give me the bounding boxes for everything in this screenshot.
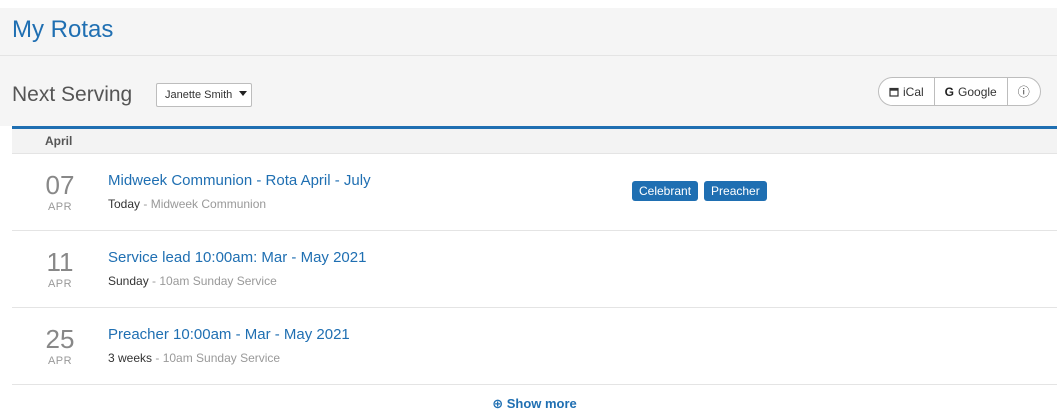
item-service: - 10am Sunday Service	[148, 274, 277, 288]
page: My Rotas Next Serving Janette Smith iCal…	[0, 0, 1057, 417]
plus-circle-icon: ⊕	[492, 396, 504, 411]
item-when: 3 weeks	[108, 351, 153, 365]
item-day: 25	[45, 324, 75, 354]
item-title-link[interactable]: Midweek Communion - Rota April - July	[108, 172, 371, 189]
item-subtitle: Sunday - 10am Sunday Service	[108, 274, 277, 288]
month-label: April	[45, 134, 73, 148]
role-badges: Celebrant Preacher	[632, 181, 767, 201]
item-day: 11	[46, 247, 74, 277]
section-title: Next Serving	[12, 83, 133, 106]
info-button[interactable]: ⓘ	[1008, 78, 1040, 105]
item-when: Sunday	[108, 274, 149, 288]
item-when: Today	[108, 197, 141, 211]
rota-item[interactable]: 11 APR Service lead 10:00am: Mar - May 2…	[12, 231, 1057, 308]
role-badge-celebrant: Celebrant	[632, 181, 699, 201]
item-month: APR	[47, 355, 73, 367]
month-header: April	[12, 129, 1057, 154]
item-subtitle: Today - Midweek Communion	[108, 197, 266, 211]
info-icon: ⓘ	[1017, 85, 1030, 99]
item-title-link[interactable]: Service lead 10:00am: Mar - May 2021	[108, 249, 366, 266]
title-bar: My Rotas	[0, 8, 1057, 56]
google-button[interactable]: G Google	[935, 78, 1008, 105]
calendar-icon	[889, 87, 899, 97]
role-badge-preacher: Preacher	[704, 181, 767, 201]
caret-down-icon	[239, 91, 247, 96]
page-title: My Rotas	[12, 16, 114, 43]
google-icon: G	[944, 84, 955, 99]
item-day: 07	[45, 170, 75, 200]
item-month: APR	[47, 278, 73, 290]
show-more-button[interactable]: ⊕ Show more	[492, 396, 577, 412]
toolbar: Next Serving Janette Smith iCal G Google…	[0, 56, 1057, 126]
ical-label: iCal	[903, 84, 924, 99]
item-subtitle: 3 weeks - 10am Sunday Service	[108, 351, 280, 365]
item-service: - Midweek Communion	[140, 197, 267, 211]
person-select-value: Janette Smith	[165, 89, 233, 101]
person-select[interactable]: Janette Smith	[156, 83, 252, 107]
rota-item[interactable]: 07 APR Midweek Communion - Rota April - …	[12, 154, 1057, 231]
item-title-link[interactable]: Preacher 10:00am - Mar - May 2021	[108, 326, 350, 343]
ical-button[interactable]: iCal	[879, 78, 935, 105]
rota-item[interactable]: 25 APR Preacher 10:00am - Mar - May 2021…	[12, 308, 1057, 385]
top-band	[0, 0, 1057, 8]
show-more-label: Show more	[506, 396, 577, 411]
item-month: APR	[47, 201, 73, 213]
calendar-button-group: iCal G Google ⓘ	[878, 77, 1041, 106]
item-service: - 10am Sunday Service	[152, 351, 281, 365]
show-more-row: ⊕ Show more	[12, 386, 1057, 417]
google-label: Google	[958, 84, 997, 99]
